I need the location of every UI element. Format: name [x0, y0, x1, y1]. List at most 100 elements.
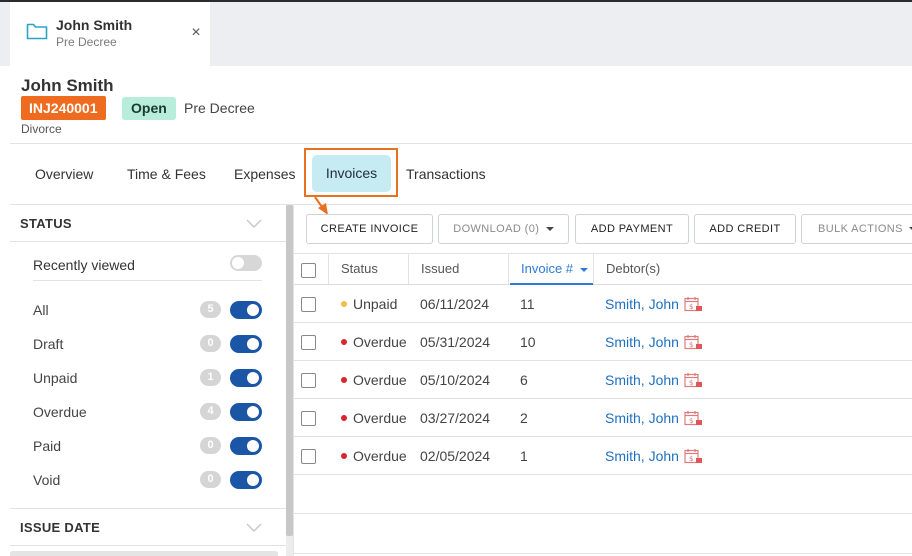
chevron-down-icon[interactable] [246, 520, 262, 538]
filter-label: Overdue [33, 404, 87, 420]
chevron-down-icon[interactable] [246, 216, 262, 234]
invoice-issued: 05/10/2024 [420, 372, 491, 388]
invoice-number[interactable]: 10 [520, 323, 536, 361]
svg-text:$: $ [689, 455, 693, 463]
status-dot [341, 339, 347, 345]
sort-caret-icon [580, 268, 588, 272]
filter-label: All [33, 302, 49, 318]
bulk-actions-label: BULK ACTIONS [818, 223, 903, 235]
filter-label: Unpaid [33, 370, 78, 386]
add-payment-button[interactable]: ADD PAYMENT [575, 214, 689, 244]
status-dot [341, 377, 347, 383]
filter-toggle-void[interactable] [230, 471, 262, 489]
column-divider [508, 254, 509, 284]
create-invoice-button[interactable]: CREATE INVOICE [306, 214, 433, 244]
filter-row-draft: Draft 0 [0, 334, 300, 354]
recently-viewed-toggle[interactable] [230, 255, 262, 271]
select-all-checkbox[interactable] [301, 263, 316, 278]
invoice-number[interactable]: 6 [520, 361, 528, 399]
column-divider [408, 254, 409, 284]
download-label: DOWNLOAD (0) [453, 223, 540, 235]
filter-count-badge: 0 [200, 437, 221, 454]
matter-id-badge: INJ240001 [21, 96, 106, 120]
table-header: Status Issued Invoice # Debtor(s) [294, 254, 912, 285]
tab-time-fees[interactable]: Time & Fees [127, 166, 206, 182]
status-dot [341, 415, 347, 421]
filter-row-unpaid: Unpaid 1 [0, 368, 300, 388]
status-dot [341, 453, 347, 459]
matter-tab[interactable]: John Smith Pre Decree × [10, 2, 210, 66]
filter-toggle-unpaid[interactable] [230, 369, 262, 387]
tab-title: John Smith [56, 17, 133, 33]
calendar-dollar-icon[interactable]: $ [684, 334, 703, 356]
filter-count-badge: 1 [200, 369, 221, 386]
debtor-link[interactable]: Smith, John [605, 361, 679, 399]
table-row[interactable]: Overdue 05/31/2024 10 Smith, John $ [294, 323, 912, 361]
status-dot [341, 301, 347, 307]
calendar-dollar-icon[interactable]: $ [684, 372, 703, 394]
add-credit-button[interactable]: ADD CREDIT [694, 214, 796, 244]
column-header-debtors[interactable]: Debtor(s) [606, 254, 660, 284]
invoice-issued: 06/11/2024 [420, 296, 490, 312]
column-divider [593, 254, 594, 284]
calendar-dollar-icon[interactable]: $ [684, 448, 703, 470]
close-icon[interactable]: × [188, 24, 204, 42]
filter-toggle-overdue[interactable] [230, 403, 262, 421]
row-checkbox[interactable] [301, 297, 316, 312]
invoice-number[interactable]: 1 [520, 437, 528, 475]
filter-label: Void [33, 472, 61, 488]
matter-stage: Pre Decree [184, 100, 255, 116]
recent-divider [33, 280, 262, 281]
column-header-status[interactable]: Status [341, 254, 378, 284]
filter-toggle-draft[interactable] [230, 335, 262, 353]
column-divider [328, 254, 329, 284]
download-button[interactable]: DOWNLOAD (0) [438, 214, 569, 244]
row-checkbox[interactable] [301, 411, 316, 426]
folder-icon [26, 22, 48, 45]
table-row[interactable]: Overdue 05/10/2024 6 Smith, John $ [294, 361, 912, 399]
debtor-link[interactable]: Smith, John [605, 437, 679, 475]
invoice-issued: 02/05/2024 [420, 448, 491, 464]
filter-label: Paid [33, 438, 62, 454]
debtor-link[interactable]: Smith, John [605, 323, 679, 361]
invoice-status: Unpaid [353, 296, 398, 312]
filter-toggle-all[interactable] [230, 301, 262, 319]
issue-date-section-title[interactable]: ISSUE DATE [20, 520, 100, 535]
row-checkbox[interactable] [301, 449, 316, 464]
table-row[interactable]: Overdue 02/05/2024 1 Smith, John $ [294, 437, 912, 475]
tab-overview[interactable]: Overview [35, 166, 93, 182]
filter-row-overdue: Overdue 4 [0, 402, 300, 422]
row-checkbox[interactable] [301, 373, 316, 388]
tab-expenses[interactable]: Expenses [234, 166, 295, 182]
column-header-issued[interactable]: Issued [421, 254, 459, 284]
table-row[interactable]: Overdue 03/27/2024 2 Smith, John $ [294, 399, 912, 437]
invoice-number[interactable]: 11 [520, 285, 535, 323]
tab-invoices[interactable]: Invoices [312, 155, 391, 192]
page-title: John Smith [21, 76, 114, 95]
calendar-dollar-icon[interactable]: $ [684, 296, 703, 318]
tab-transactions[interactable]: Transactions [406, 166, 486, 182]
filter-toggle-paid[interactable] [230, 437, 262, 455]
invoice-number[interactable]: 2 [520, 399, 528, 437]
invoice-status: Overdue [353, 448, 407, 464]
filter-count-badge: 5 [200, 301, 221, 318]
column-header-invoice-number[interactable]: Invoice # [521, 254, 573, 284]
debtor-link[interactable]: Smith, John [605, 399, 679, 437]
filter-row-paid: Paid 0 [0, 436, 300, 456]
calendar-dollar-icon[interactable]: $ [684, 410, 703, 432]
bulk-actions-button[interactable]: BULK ACTIONS [801, 214, 912, 244]
section-divider [10, 545, 286, 546]
table-row[interactable]: Unpaid 06/11/2024 11 Smith, John $ [294, 285, 912, 323]
table-bottom-divider [294, 553, 912, 554]
row-checkbox[interactable] [301, 335, 316, 350]
tab-subtitle: Pre Decree [56, 35, 117, 49]
svg-text:$: $ [689, 303, 693, 311]
status-badge: Open [122, 97, 176, 120]
debtor-link[interactable]: Smith, John [605, 285, 679, 323]
svg-text:$: $ [689, 379, 693, 387]
filter-label: Draft [33, 336, 64, 352]
invoice-issued: 03/27/2024 [420, 410, 491, 426]
invoice-status: Overdue [353, 372, 407, 388]
status-section-title[interactable]: STATUS [20, 216, 72, 231]
filter-count-badge: 4 [200, 403, 221, 420]
